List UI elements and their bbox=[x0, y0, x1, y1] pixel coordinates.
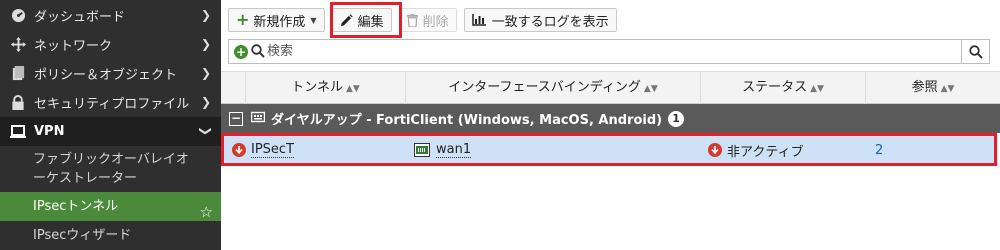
toolbar: + 新規作成 ▼ 編集 削除 一致するログを表示 bbox=[228, 7, 624, 33]
delete-button-label: 削除 bbox=[422, 14, 449, 30]
add-filter-icon[interactable]: + bbox=[234, 45, 248, 59]
column-header-references[interactable]: 参照 ▲▼ bbox=[866, 72, 1000, 104]
group-count-badge: 1 bbox=[668, 110, 685, 127]
sidebar-subitem-label: IPsecトンネル bbox=[33, 199, 119, 214]
dialup-tunnel-icon bbox=[250, 111, 266, 127]
sidebar-subitem-ipsec-tunnel[interactable]: IPsecトンネル ☆ bbox=[0, 192, 221, 221]
cell-status: 非アクティブ bbox=[708, 134, 804, 166]
sidebar-item-label: ダッシュボード bbox=[34, 10, 126, 25]
bar-chart-icon bbox=[471, 14, 486, 26]
cell-tunnel[interactable]: IPSecT bbox=[232, 134, 295, 166]
search-bar: + bbox=[228, 39, 990, 64]
policy-icon bbox=[10, 66, 26, 82]
cell-interface[interactable]: wan1 bbox=[414, 134, 472, 166]
new-button-label: 新規作成 bbox=[253, 14, 306, 30]
status-down-icon bbox=[232, 143, 246, 157]
column-header-tunnel[interactable]: トンネル ▲▼ bbox=[246, 72, 406, 104]
sidebar-item-security-profile[interactable]: セキュリティプロファイル ❯ bbox=[0, 88, 221, 117]
sidebar: ダッシュボード ❯ ネットワーク ❯ ポリシー＆オブジェクト ❯ セキュリティプ… bbox=[0, 0, 221, 250]
sidebar-item-label: ポリシー＆オブジェクト bbox=[34, 68, 178, 83]
cell-references[interactable]: 2 bbox=[875, 134, 883, 166]
sidebar-item-network[interactable]: ネットワーク ❯ bbox=[0, 30, 221, 59]
column-header-label: 参照 bbox=[911, 80, 938, 95]
column-header-interface-binding[interactable]: インターフェースバインディング ▲▼ bbox=[406, 72, 701, 104]
trash-icon bbox=[406, 13, 418, 27]
status-text: 非アクティブ bbox=[727, 144, 804, 160]
plus-icon: + bbox=[236, 10, 250, 29]
search-input[interactable] bbox=[267, 42, 947, 61]
sidebar-item-vpn[interactable]: VPN ❯ bbox=[0, 117, 221, 146]
show-logs-label: 一致するログを表示 bbox=[491, 14, 609, 30]
search-icon bbox=[968, 44, 983, 59]
column-header-label: インターフェースバインディング bbox=[448, 80, 641, 95]
search-button[interactable] bbox=[961, 40, 989, 63]
table-header: トンネル ▲▼ インターフェースバインディング ▲▼ ステータス ▲▼ 参照 ▲▼ bbox=[221, 71, 1000, 104]
sidebar-subitem-fabric-overlay[interactable]: ファブリックオーバレイオーケストレーター bbox=[0, 148, 221, 190]
lock-icon bbox=[10, 95, 26, 111]
edit-button-highlight bbox=[330, 2, 402, 38]
sidebar-item-label: ネットワーク bbox=[34, 39, 113, 54]
sidebar-item-policy[interactable]: ポリシー＆オブジェクト ❯ bbox=[0, 59, 221, 88]
sidebar-item-label: VPN bbox=[34, 124, 65, 139]
chevron-right-icon: ❯ bbox=[200, 95, 211, 109]
tunnel-name[interactable]: IPSecT bbox=[251, 142, 295, 158]
laptop-icon bbox=[10, 124, 26, 140]
network-move-icon bbox=[10, 37, 26, 53]
sidebar-item-dashboard[interactable]: ダッシュボード ❯ bbox=[0, 1, 221, 30]
group-label: ダイヤルアップ - FortiClient (Windows, MacOS, A… bbox=[271, 113, 663, 128]
show-matching-logs-button[interactable]: 一致するログを表示 bbox=[463, 8, 617, 32]
sidebar-subitem-label: ファブリックオーバレイオーケストレーター bbox=[33, 152, 189, 186]
chevron-right-icon: ❯ bbox=[200, 37, 211, 51]
column-header-label: ステータス bbox=[742, 80, 808, 95]
reference-count-link[interactable]: 2 bbox=[875, 143, 883, 158]
chevron-right-icon: ❯ bbox=[200, 8, 211, 22]
chevron-right-icon: ❯ bbox=[200, 66, 211, 80]
dashboard-icon bbox=[10, 8, 26, 24]
table-row[interactable]: IPSecT wan1 非アクティブ 2 bbox=[222, 134, 998, 166]
sort-icon: ▲▼ bbox=[810, 84, 824, 94]
sort-icon: ▲▼ bbox=[345, 84, 360, 94]
new-button[interactable]: + 新規作成 ▼ bbox=[228, 8, 325, 32]
search-icon bbox=[251, 44, 265, 62]
sidebar-subitem-ipsec-wizard[interactable]: IPsecウィザード bbox=[0, 221, 221, 250]
interface-name[interactable]: wan1 bbox=[436, 142, 472, 158]
sort-icon: ▲▼ bbox=[643, 84, 658, 94]
sidebar-subitem-label: IPsecウィザード bbox=[33, 228, 132, 243]
port-icon bbox=[414, 143, 430, 157]
header-spacer bbox=[221, 72, 246, 104]
status-down-icon bbox=[708, 143, 722, 157]
collapse-toggle-icon[interactable]: − bbox=[229, 111, 243, 126]
sort-icon: ▲▼ bbox=[940, 84, 955, 94]
sidebar-item-label: セキュリティプロファイル bbox=[34, 97, 190, 112]
column-header-label: トンネル bbox=[291, 80, 343, 95]
delete-button[interactable]: 削除 bbox=[398, 8, 457, 32]
group-row-dialup[interactable]: − ダイヤルアップ - FortiClient (Windows, MacOS,… bbox=[221, 104, 1000, 133]
chevron-down-icon: ❯ bbox=[198, 125, 213, 137]
column-header-status[interactable]: ステータス ▲▼ bbox=[701, 72, 866, 104]
caret-down-icon: ▼ bbox=[310, 15, 317, 25]
